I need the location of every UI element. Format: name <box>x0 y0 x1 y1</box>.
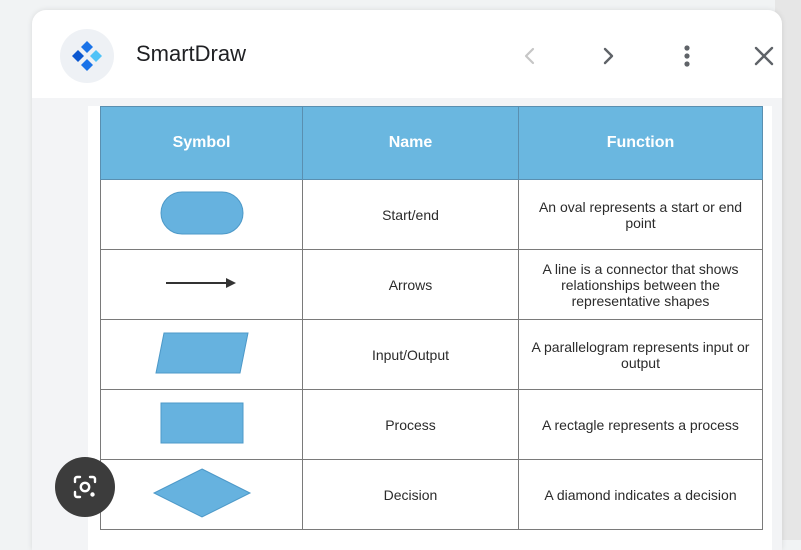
symbol-cell <box>100 319 303 390</box>
header-symbol: Symbol <box>100 106 303 180</box>
previous-button[interactable] <box>510 36 550 76</box>
rectangle-shape <box>160 402 243 444</box>
table-row: Process A rectagle represents a process <box>100 389 763 460</box>
name-cell: Start/end <box>302 179 519 250</box>
more-vert-icon <box>684 45 690 67</box>
function-cell: A line is a connector that shows relatio… <box>518 249 763 320</box>
symbol-cell <box>100 249 303 320</box>
symbol-cell <box>100 389 303 460</box>
table-header-row: Symbol Name Function <box>100 106 763 180</box>
more-options-button[interactable] <box>667 36 707 76</box>
diamond-shape <box>152 468 251 518</box>
close-button[interactable] <box>744 36 784 76</box>
name-cell: Arrows <box>302 249 519 320</box>
name-cell: Process <box>302 389 519 460</box>
function-cell: A parallelogram represents input or outp… <box>518 319 763 390</box>
name-cell: Input/Output <box>302 319 519 390</box>
header-function: Function <box>518 106 763 180</box>
function-cell: A diamond indicates a decision <box>518 459 763 530</box>
flowchart-symbols-image: Symbol Name Function Start/end An oval r… <box>88 106 772 550</box>
table-row: Decision A diamond indicates a decision <box>100 459 763 530</box>
table-row: Input/Output A parallelogram represents … <box>100 319 763 390</box>
function-cell: An oval represents a start or end point <box>518 179 763 250</box>
source-title[interactable]: SmartDraw <box>136 41 246 67</box>
table-row: Arrows A line is a connector that shows … <box>100 249 763 320</box>
search-image-button[interactable] <box>55 457 115 517</box>
flowchart-symbols-table: Symbol Name Function Start/end An oval r… <box>100 106 763 530</box>
symbol-cell <box>100 179 303 250</box>
arrow-shape <box>165 278 236 288</box>
oval-shape <box>160 191 243 235</box>
table-row: Start/end An oval represents a start or … <box>100 179 763 250</box>
chevron-right-icon <box>603 47 614 65</box>
header-name: Name <box>302 106 519 180</box>
viewer-header: SmartDraw <box>32 10 782 98</box>
image-preview[interactable]: Symbol Name Function Start/end An oval r… <box>32 98 782 550</box>
next-button[interactable] <box>588 36 628 76</box>
parallelogram-shape <box>154 332 249 374</box>
google-lens-icon <box>73 475 97 499</box>
name-cell: Decision <box>302 459 519 530</box>
function-cell: A rectagle represents a process <box>518 389 763 460</box>
smartdraw-logo-icon <box>60 29 114 83</box>
symbol-cell <box>100 459 303 530</box>
chevron-left-icon <box>524 47 535 65</box>
image-viewer-panel: SmartDraw Symbol Name Function Start/end… <box>32 10 782 550</box>
close-icon <box>754 46 774 66</box>
